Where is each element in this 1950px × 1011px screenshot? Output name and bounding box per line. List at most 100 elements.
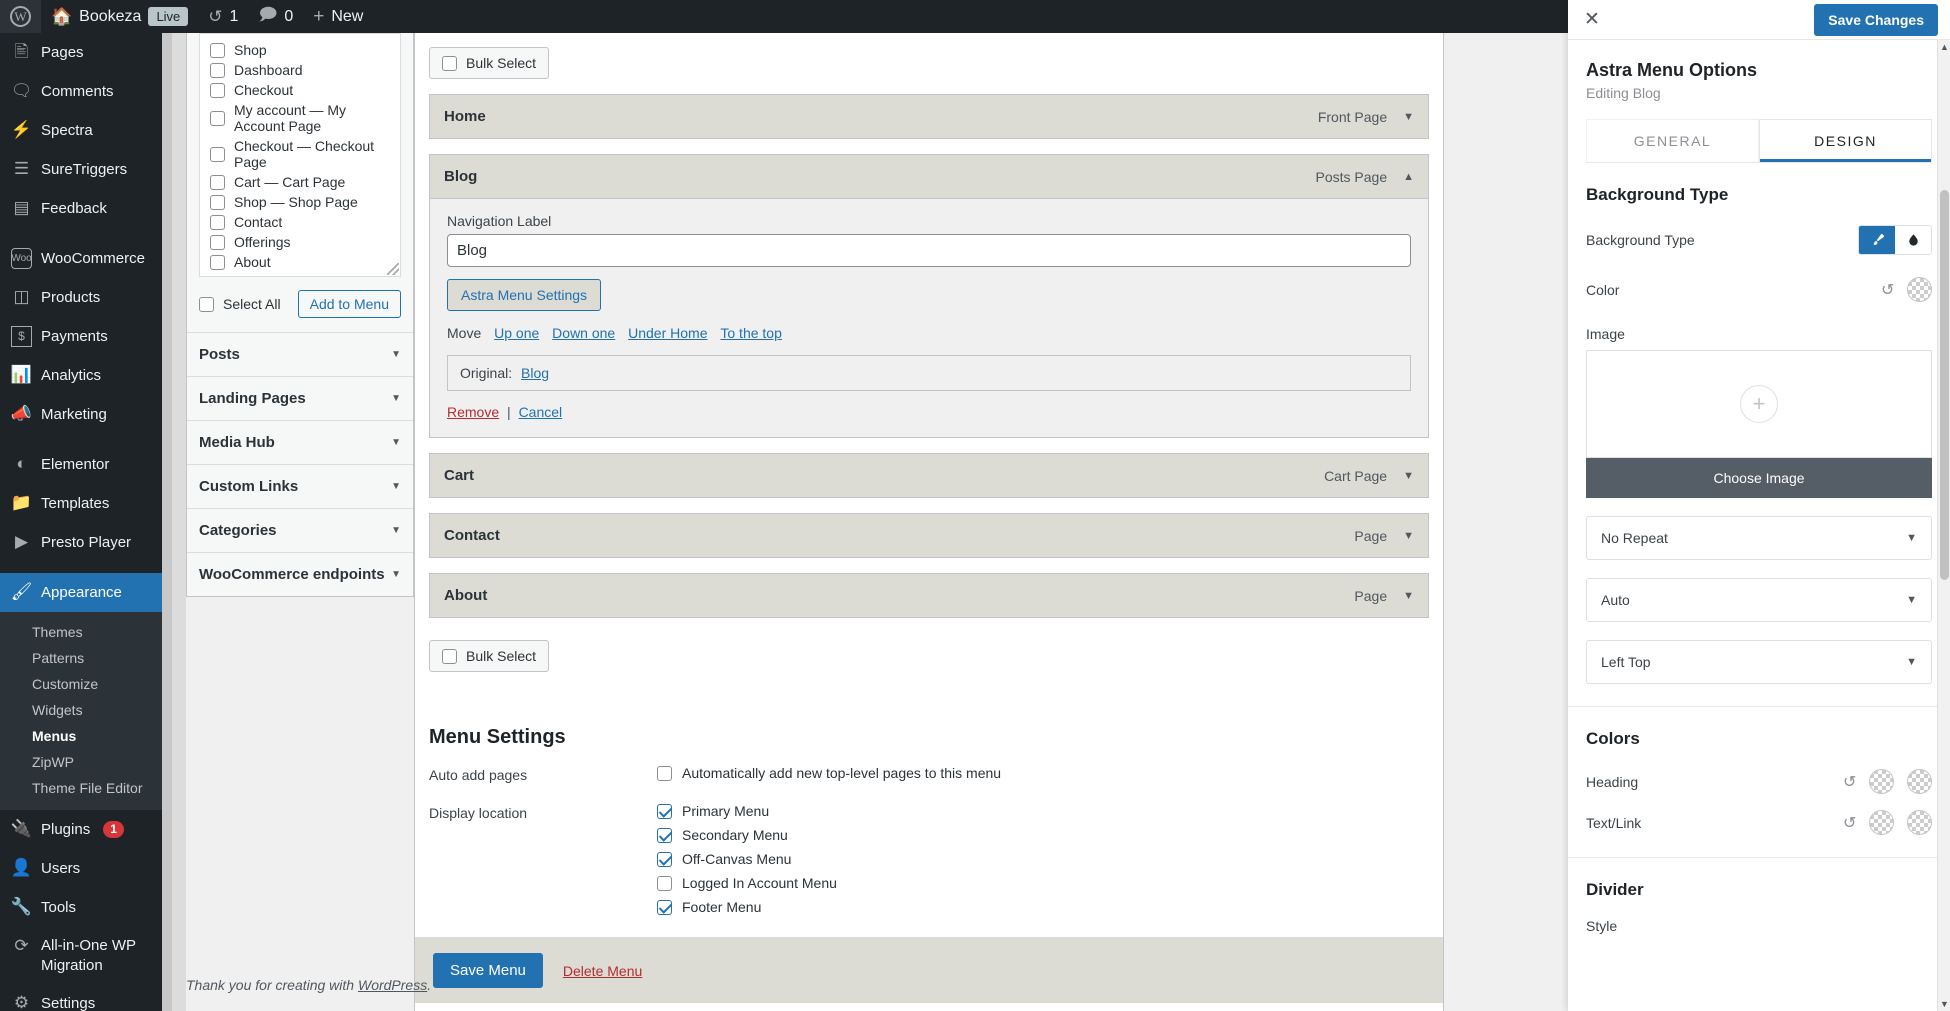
menu-item-header[interactable]: About Page ▼ <box>430 574 1428 617</box>
sidebar-item-suretriggers[interactable]: ☰ SureTriggers <box>0 150 162 189</box>
sidebar-item-appearance[interactable]: 🖌 Appearance <box>0 573 162 612</box>
background-size-select[interactable]: Auto ▼ <box>1586 578 1932 622</box>
add-to-menu-button[interactable]: Add to Menu <box>297 290 401 318</box>
submenu-item-theme-file-editor[interactable]: Theme File Editor <box>0 775 162 801</box>
page-checkbox-row[interactable]: Shop <box>200 40 400 60</box>
select-all-checkbox[interactable] <box>199 296 214 312</box>
sidebar-item-woocommerce[interactable]: Woo WooCommerce <box>0 239 162 278</box>
sidebar-item-elementor[interactable]: ◐ Elementor <box>0 445 162 484</box>
page-checkbox-row[interactable]: Shop — Shop Page <box>200 192 400 212</box>
page-checkbox[interactable] <box>210 194 225 210</box>
cancel-link[interactable]: Cancel <box>519 404 563 420</box>
submenu-item-patterns[interactable]: Patterns <box>0 645 162 671</box>
gradient-drop-icon[interactable] <box>1895 226 1931 254</box>
sidebar-item-comments[interactable]: 🗨 Comments <box>0 72 162 111</box>
submenu-item-zipwp[interactable]: ZipWP <box>0 749 162 775</box>
sidebar-item-analytics[interactable]: 📊 Analytics <box>0 356 162 395</box>
move-down-one-link[interactable]: Down one <box>552 325 615 341</box>
page-checkbox-row[interactable]: Cart — Cart Page <box>200 172 400 192</box>
menu-item-header[interactable]: Home Front Page ▼ <box>430 95 1428 138</box>
menu-item-header[interactable]: Blog Posts Page ▲ <box>430 155 1428 198</box>
comments-button[interactable]: 🗩 0 <box>248 0 303 33</box>
accordion-panel-woocommerce-endpoints[interactable]: WooCommerce endpoints ▼ <box>187 552 413 596</box>
resize-handle[interactable] <box>387 263 399 275</box>
navigation-label-input[interactable] <box>447 234 1411 267</box>
scroll-down-arrow-icon[interactable]: ▼ <box>1938 997 1950 1011</box>
accordion-panel-posts[interactable]: Posts ▼ <box>187 332 413 376</box>
location-secondary-menu[interactable]: Secondary Menu <box>657 827 837 843</box>
location-footer-menu[interactable]: Footer Menu <box>657 899 837 915</box>
sidebar-item-spectra[interactable]: ⚡ Spectra <box>0 111 162 150</box>
accordion-panel-categories[interactable]: Categories ▼ <box>187 508 413 552</box>
bulk-select-checkbox[interactable] <box>442 648 457 664</box>
page-checkbox[interactable] <box>210 110 225 126</box>
chevron-down-icon[interactable]: ▼ <box>1403 590 1414 602</box>
sidebar-item-tools[interactable]: 🔧 Tools <box>0 888 162 927</box>
choose-image-button[interactable]: Choose Image <box>1586 458 1932 498</box>
sidebar-item-pages[interactable]: 🖹 Pages <box>0 33 162 72</box>
page-checkbox-row[interactable]: My account — My Account Page <box>200 100 400 136</box>
move-up-one-link[interactable]: Up one <box>494 325 539 341</box>
page-checkbox[interactable] <box>210 254 225 270</box>
sidebar-item-feedback[interactable]: ▤ Feedback <box>0 189 162 228</box>
sidebar-item-payments[interactable]: $ Payments <box>0 317 162 356</box>
site-name-button[interactable]: 🏠 Bookeza Live <box>41 0 198 33</box>
bulk-select-checkbox[interactable] <box>442 55 457 71</box>
heading-color-swatch-hover[interactable] <box>1907 769 1932 794</box>
sidebar-item-users[interactable]: 👤 Users <box>0 849 162 888</box>
submenu-item-widgets[interactable]: Widgets <box>0 697 162 723</box>
auto-add-option[interactable]: Automatically add new top-level pages to… <box>657 765 1001 781</box>
new-content-button[interactable]: + New <box>303 0 373 33</box>
location-checkbox[interactable] <box>657 875 672 891</box>
reset-icon[interactable]: ↻ <box>1881 280 1894 300</box>
bulk-select-bottom[interactable]: Bulk Select <box>429 640 550 672</box>
scroll-up-arrow-icon[interactable]: ▲ <box>1938 40 1950 54</box>
remove-link[interactable]: Remove <box>447 404 499 420</box>
text-link-color-swatch-hover[interactable] <box>1907 810 1932 835</box>
accordion-panel-custom-links[interactable]: Custom Links ▼ <box>187 464 413 508</box>
page-checkbox-row[interactable]: Checkout <box>200 80 400 100</box>
submenu-item-customize[interactable]: Customize <box>0 671 162 697</box>
save-changes-button[interactable]: Save Changes <box>1814 3 1938 36</box>
page-checkbox-row[interactable]: Offerings <box>200 232 400 252</box>
color-swatch[interactable] <box>1907 277 1932 302</box>
image-dropzone[interactable]: + <box>1586 350 1932 458</box>
select-all-row[interactable]: Select All <box>199 296 281 312</box>
page-checkbox[interactable] <box>210 214 225 230</box>
tab-general[interactable]: GENERAL <box>1586 119 1759 162</box>
page-checkbox-row[interactable]: Checkout — Checkout Page <box>200 136 400 172</box>
page-checkbox[interactable] <box>210 82 225 98</box>
background-position-select[interactable]: Left Top ▼ <box>1586 640 1932 684</box>
location-checkbox[interactable] <box>657 899 672 915</box>
sidebar-item-products[interactable]: ◫ Products <box>0 278 162 317</box>
sidebar-item-plugins[interactable]: 🔌 Plugins 1 <box>0 810 162 849</box>
auto-add-checkbox[interactable] <box>657 765 672 781</box>
submenu-item-themes[interactable]: Themes <box>0 619 162 645</box>
page-checkbox-row[interactable]: About <box>200 252 400 272</box>
location-checkbox[interactable] <box>657 827 672 843</box>
submenu-item-menus[interactable]: Menus <box>0 723 162 749</box>
page-checkbox[interactable] <box>210 174 225 190</box>
sidebar-item-presto-player[interactable]: ▶ Presto Player <box>0 523 162 562</box>
move-to-the-top-link[interactable]: To the top <box>720 325 782 341</box>
accordion-panel-media-hub[interactable]: Media Hub ▼ <box>187 420 413 464</box>
background-repeat-select[interactable]: No Repeat ▼ <box>1586 516 1932 560</box>
reset-icon[interactable]: ↻ <box>1843 772 1856 792</box>
astra-panel-scrollbar[interactable]: ▲ ▼ <box>1937 40 1950 1011</box>
page-checkbox-row[interactable]: Dashboard <box>200 60 400 80</box>
updates-button[interactable]: ↺ 1 <box>198 0 248 33</box>
wp-logo-button[interactable] <box>0 0 41 33</box>
sidebar-item-settings[interactable]: ⚙ Settings <box>0 984 162 1011</box>
location-logged-in-account-menu[interactable]: Logged In Account Menu <box>657 875 837 891</box>
location-checkbox[interactable] <box>657 851 672 867</box>
sidebar-item-all-in-one-wp-migration[interactable]: ⟳ All-in-One WP Migration <box>0 927 162 984</box>
bulk-select-top[interactable]: Bulk Select <box>429 47 550 79</box>
sidebar-item-templates[interactable]: 📁 Templates <box>0 484 162 523</box>
tab-design[interactable]: DESIGN <box>1759 119 1932 162</box>
reset-icon[interactable]: ↻ <box>1843 813 1856 833</box>
chevron-down-icon[interactable]: ▼ <box>1403 470 1414 482</box>
astra-menu-settings-button[interactable]: Astra Menu Settings <box>447 279 602 311</box>
move-under-home-link[interactable]: Under Home <box>628 325 707 341</box>
scrollbar-thumb[interactable] <box>1940 190 1949 580</box>
menu-item-header[interactable]: Contact Page ▼ <box>430 514 1428 557</box>
